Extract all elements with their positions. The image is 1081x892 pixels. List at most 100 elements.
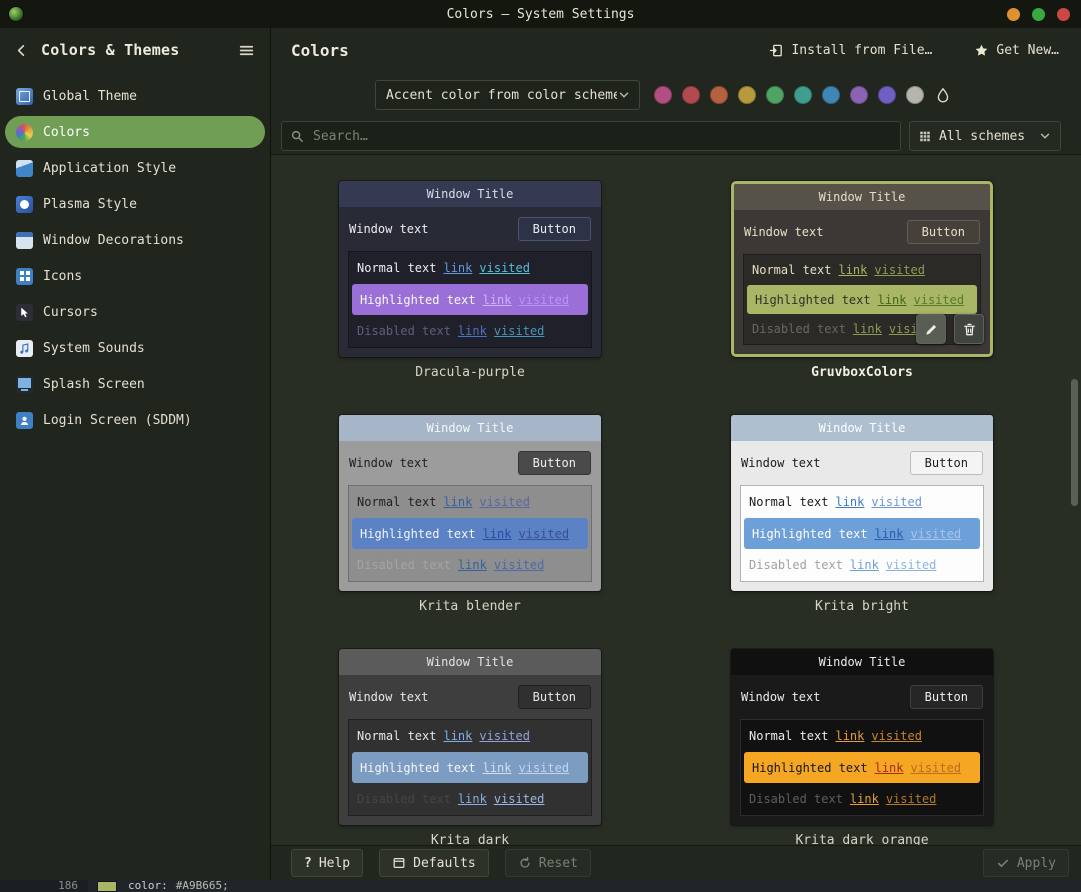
minimize-button[interactable] <box>1007 8 1020 21</box>
accent-color-dropdown[interactable]: Accent color from color scheme <box>375 80 640 110</box>
preview-disabled-text: Disabled text <box>749 792 843 806</box>
search-input[interactable] <box>311 128 892 145</box>
preview-link: link <box>458 558 487 572</box>
preview-link: link <box>458 324 487 338</box>
scheme-card-krita-bright: Window TitleWindow textButtonNormal text… <box>731 415 993 615</box>
accent-color-dropdown-value: Accent color from color scheme <box>386 88 617 103</box>
sidebar-items: Global Theme Colors Application Style Plasm… <box>0 72 270 444</box>
accent-swatch-teal[interactable] <box>794 86 812 104</box>
search-toolbar: All schemes <box>271 118 1081 155</box>
scheme-list: Window Title Window textButton Normal text… <box>271 155 1081 845</box>
sidebar-item-login-screen-sddm[interactable]: Login Screen (SDDM) <box>5 404 265 436</box>
preview-link: link <box>835 729 864 743</box>
preview-link: link <box>443 729 472 743</box>
accent-swatch-red[interactable] <box>682 86 700 104</box>
scheme-name: Krita blender <box>339 599 601 615</box>
sidebar-item-application-style[interactable]: Application Style <box>5 152 265 184</box>
preview-link: link <box>853 322 882 336</box>
accent-swatch-yellow[interactable] <box>738 86 756 104</box>
system-settings-window: Colors — System Settings Colors & Themes… <box>0 0 1081 880</box>
preview-hl-text: Highlighted text <box>360 293 476 307</box>
scheme-name: Krita bright <box>731 599 993 615</box>
preview-normal-text: Normal text <box>749 495 828 509</box>
sidebar-item-cursors[interactable]: Cursors <box>5 296 265 328</box>
scheme-name: Krita dark <box>339 833 601 845</box>
menu-button[interactable] <box>236 40 256 60</box>
sidebar-item-window-decorations[interactable]: Window Decorations <box>5 224 265 256</box>
preview-window-text: Window text <box>349 690 428 704</box>
sidebar: Colors & Themes Global Theme Colors Applic… <box>0 28 271 880</box>
preview-visited-link: visited <box>871 729 922 743</box>
defaults-button[interactable]: Defaults <box>379 849 489 877</box>
apply-button[interactable]: Apply <box>983 849 1069 877</box>
maximize-button[interactable] <box>1032 8 1045 21</box>
preview-window-text: Window text <box>744 225 823 239</box>
scheme-preview-dracula-purple[interactable]: Window TitleWindow textButtonNormal text… <box>339 181 601 357</box>
scheme-preview-gruvboxcolors[interactable]: Window TitleWindow textButtonNormal text… <box>731 181 993 357</box>
splash-screen-icon <box>16 376 33 393</box>
sidebar-item-plasma-style[interactable]: Plasma Style <box>5 188 265 220</box>
icons-grid-icon <box>16 268 33 285</box>
sidebar-item-global-theme[interactable]: Global Theme <box>5 80 265 112</box>
check-icon <box>996 856 1010 870</box>
apply-label: Apply <box>1017 856 1056 871</box>
get-new-button[interactable]: Get New… <box>968 39 1065 62</box>
preview-visited-link: visited <box>479 261 530 275</box>
help-icon: ? <box>304 856 312 871</box>
sidebar-item-label: Splash Screen <box>43 377 145 392</box>
preview-visited-link: visited <box>874 263 925 277</box>
scheme-preview-krita-dark-orange[interactable]: Window TitleWindow textButtonNormal text… <box>731 649 993 825</box>
reset-button[interactable]: Reset <box>505 849 591 877</box>
sidebar-item-label: Window Decorations <box>43 233 184 248</box>
accent-swatch-violet[interactable] <box>878 86 896 104</box>
page-title: Colors <box>291 41 349 60</box>
preview-text-view: Normal textlinkvisitedHighlighted textli… <box>348 485 592 582</box>
preview-disabled-text: Disabled text <box>752 322 846 336</box>
accent-swatch-purple[interactable] <box>850 86 868 104</box>
sidebar-item-icons[interactable]: Icons <box>5 260 265 292</box>
back-button[interactable] <box>14 41 32 59</box>
preview-hl-text: Highlighted text <box>360 527 476 541</box>
preview-window-row: Window textButton <box>734 210 990 254</box>
sidebar-item-splash-screen[interactable]: Splash Screen <box>5 368 265 400</box>
reset-icon <box>518 856 532 870</box>
custom-accent-color-button[interactable] <box>934 86 952 104</box>
sidebar-title: Colors & Themes <box>41 41 227 59</box>
preview-link: link <box>483 761 512 775</box>
scrollbar-track <box>1070 155 1079 845</box>
scheme-preview-krita-blender[interactable]: Window TitleWindow textButtonNormal text… <box>339 415 601 591</box>
delete-scheme-button[interactable] <box>954 314 984 344</box>
preview-normal-text: Normal text <box>357 261 436 275</box>
help-button[interactable]: ? Help <box>291 849 363 877</box>
preview-window-row: Window textButton <box>731 441 993 485</box>
preview-window-text: Window text <box>349 222 428 236</box>
install-from-file-button[interactable]: Install from File… <box>763 39 938 62</box>
background-editor-strip: 186 color: #A9B665; <box>0 880 1081 892</box>
accent-swatch-gray[interactable] <box>906 86 924 104</box>
accent-swatch-green[interactable] <box>766 86 784 104</box>
preview-visited-link: visited <box>519 293 570 307</box>
scheme-preview-krita-dark[interactable]: Window TitleWindow textButtonNormal text… <box>339 649 601 825</box>
scheme-preview-krita-bright[interactable]: Window TitleWindow textButtonNormal text… <box>731 415 993 591</box>
accent-swatch-magenta[interactable] <box>654 86 672 104</box>
accent-swatch-row <box>654 86 952 104</box>
preview-window-titlebar: Window Title <box>339 649 601 675</box>
scheme-name: GruvboxColors <box>731 365 993 381</box>
preview-link: link <box>850 558 879 572</box>
preview-link: link <box>483 527 512 541</box>
sidebar-item-system-sounds[interactable]: System Sounds <box>5 332 265 364</box>
accent-swatch-orange[interactable] <box>710 86 728 104</box>
sidebar-item-colors[interactable]: Colors <box>5 116 265 148</box>
install-from-file-label: Install from File… <box>791 43 932 58</box>
sidebar-item-label: Login Screen (SDDM) <box>43 413 192 428</box>
accent-swatch-blue[interactable] <box>822 86 840 104</box>
preview-normal-text: Normal text <box>357 495 436 509</box>
close-button[interactable] <box>1057 8 1070 21</box>
preview-link: link <box>443 495 472 509</box>
global-theme-icon <box>16 88 33 105</box>
app-icon <box>9 7 23 21</box>
edit-scheme-button[interactable] <box>916 314 946 344</box>
view-grid-icon <box>918 129 932 143</box>
scheme-filter-dropdown[interactable]: All schemes <box>909 121 1061 151</box>
scrollbar-thumb[interactable] <box>1071 379 1078 506</box>
